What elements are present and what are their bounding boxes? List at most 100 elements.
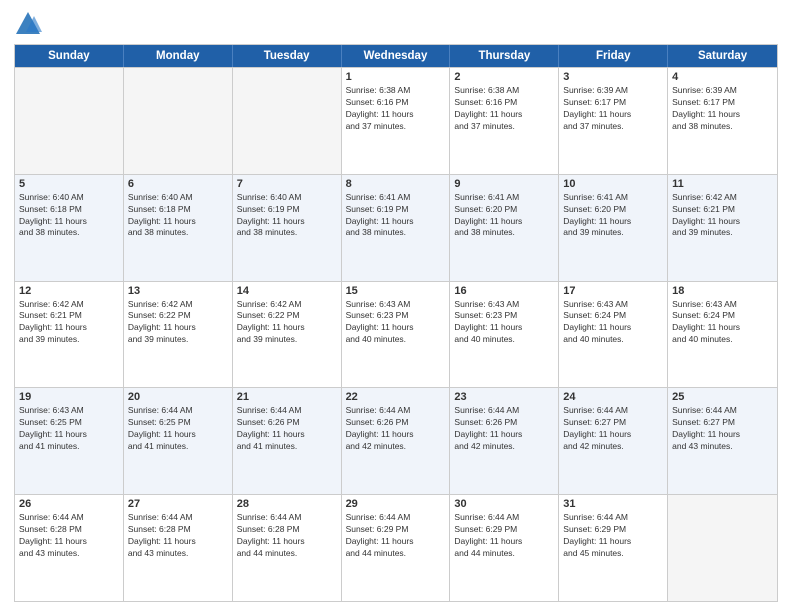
day-cell-1: 1 Sunrise: 6:38 AM Sunset: 6:16 PM Daylig…: [342, 68, 451, 174]
day-number: 23: [454, 391, 554, 403]
day-cell-21: 21 Sunrise: 6:44 AM Sunset: 6:26 PM Dayli…: [233, 388, 342, 494]
day-cell-20: 20Sunrise: 6:44 AM Sunset: 6:25 PM Dayli…: [124, 388, 233, 494]
day-cell-12: 12 Sunrise: 6:42 AM Sunset: 6:21 PM Dayli…: [15, 282, 124, 388]
col-header-wednesday: Wednesday: [342, 45, 451, 67]
day-cell-2: 2Sunrise: 6:38 AM Sunset: 6:16 PM Daylig…: [450, 68, 559, 174]
week-row-5: 26 Sunrise: 6:44 AM Sunset: 6:28 PM Dayli…: [15, 494, 777, 601]
day-number: 28: [237, 498, 337, 510]
day-info: Sunrise: 6:42 AM Sunset: 6:22 PM Dayligh…: [237, 299, 337, 347]
day-info: Sunrise: 6:44 AM Sunset: 6:29 PM Dayligh…: [454, 512, 554, 560]
calendar-header-row: SundayMondayTuesdayWednesdayThursdayFrid…: [15, 45, 777, 67]
day-cell-7: 7 Sunrise: 6:40 AM Sunset: 6:19 PM Daylig…: [233, 175, 342, 281]
day-cell-24: 24 Sunrise: 6:44 AM Sunset: 6:27 PM Dayli…: [559, 388, 668, 494]
day-cell-15: 15 Sunrise: 6:43 AM Sunset: 6:23 PM Dayli…: [342, 282, 451, 388]
day-cell-27: 27Sunrise: 6:44 AM Sunset: 6:28 PM Dayli…: [124, 495, 233, 601]
day-info: Sunrise: 6:44 AM Sunset: 6:29 PM Dayligh…: [563, 512, 663, 560]
day-cell-29: 29 Sunrise: 6:44 AM Sunset: 6:29 PM Dayli…: [342, 495, 451, 601]
day-info: Sunrise: 6:43 AM Sunset: 6:24 PM Dayligh…: [672, 299, 773, 347]
day-info: Sunrise: 6:42 AM Sunset: 6:22 PM Dayligh…: [128, 299, 228, 347]
day-info: Sunrise: 6:44 AM Sunset: 6:26 PM Dayligh…: [454, 405, 554, 453]
empty-cell: [124, 68, 233, 174]
day-number: 16: [454, 285, 554, 297]
day-number: 3: [563, 71, 663, 83]
empty-cell: [233, 68, 342, 174]
col-header-tuesday: Tuesday: [233, 45, 342, 67]
day-info: Sunrise: 6:38 AM Sunset: 6:16 PM Dayligh…: [346, 85, 446, 133]
day-number: 12: [19, 285, 119, 297]
day-cell-14: 14 Sunrise: 6:42 AM Sunset: 6:22 PM Dayli…: [233, 282, 342, 388]
day-cell-25: 25 Sunrise: 6:44 AM Sunset: 6:27 PM Dayli…: [668, 388, 777, 494]
day-info: Sunrise: 6:43 AM Sunset: 6:23 PM Dayligh…: [346, 299, 446, 347]
day-number: 7: [237, 178, 337, 190]
empty-cell: [15, 68, 124, 174]
day-number: 31: [563, 498, 663, 510]
week-row-1: 1 Sunrise: 6:38 AM Sunset: 6:16 PM Daylig…: [15, 67, 777, 174]
col-header-monday: Monday: [124, 45, 233, 67]
day-info: Sunrise: 6:41 AM Sunset: 6:19 PM Dayligh…: [346, 192, 446, 240]
day-cell-10: 10Sunrise: 6:41 AM Sunset: 6:20 PM Dayli…: [559, 175, 668, 281]
day-cell-13: 13Sunrise: 6:42 AM Sunset: 6:22 PM Dayli…: [124, 282, 233, 388]
day-info: Sunrise: 6:44 AM Sunset: 6:26 PM Dayligh…: [346, 405, 446, 453]
day-info: Sunrise: 6:42 AM Sunset: 6:21 PM Dayligh…: [672, 192, 773, 240]
day-info: Sunrise: 6:40 AM Sunset: 6:19 PM Dayligh…: [237, 192, 337, 240]
day-cell-8: 8 Sunrise: 6:41 AM Sunset: 6:19 PM Daylig…: [342, 175, 451, 281]
week-row-4: 19 Sunrise: 6:43 AM Sunset: 6:25 PM Dayli…: [15, 387, 777, 494]
day-number: 19: [19, 391, 119, 403]
day-info: Sunrise: 6:40 AM Sunset: 6:18 PM Dayligh…: [19, 192, 119, 240]
day-number: 18: [672, 285, 773, 297]
day-number: 29: [346, 498, 446, 510]
day-info: Sunrise: 6:44 AM Sunset: 6:28 PM Dayligh…: [19, 512, 119, 560]
col-header-sunday: Sunday: [15, 45, 124, 67]
day-cell-17: 17 Sunrise: 6:43 AM Sunset: 6:24 PM Dayli…: [559, 282, 668, 388]
day-number: 1: [346, 71, 446, 83]
day-info: Sunrise: 6:44 AM Sunset: 6:28 PM Dayligh…: [237, 512, 337, 560]
day-cell-3: 3Sunrise: 6:39 AM Sunset: 6:17 PM Daylig…: [559, 68, 668, 174]
day-cell-11: 11Sunrise: 6:42 AM Sunset: 6:21 PM Dayli…: [668, 175, 777, 281]
day-info: Sunrise: 6:44 AM Sunset: 6:27 PM Dayligh…: [563, 405, 663, 453]
day-number: 15: [346, 285, 446, 297]
day-number: 24: [563, 391, 663, 403]
day-number: 25: [672, 391, 773, 403]
day-cell-4: 4 Sunrise: 6:39 AM Sunset: 6:17 PM Daylig…: [668, 68, 777, 174]
day-number: 10: [563, 178, 663, 190]
day-number: 6: [128, 178, 228, 190]
day-cell-9: 9 Sunrise: 6:41 AM Sunset: 6:20 PM Daylig…: [450, 175, 559, 281]
logo-icon: [14, 10, 42, 38]
day-info: Sunrise: 6:43 AM Sunset: 6:24 PM Dayligh…: [563, 299, 663, 347]
day-number: 4: [672, 71, 773, 83]
day-number: 8: [346, 178, 446, 190]
week-row-2: 5 Sunrise: 6:40 AM Sunset: 6:18 PM Daylig…: [15, 174, 777, 281]
day-number: 22: [346, 391, 446, 403]
logo: [14, 10, 46, 38]
day-info: Sunrise: 6:43 AM Sunset: 6:25 PM Dayligh…: [19, 405, 119, 453]
page: SundayMondayTuesdayWednesdayThursdayFrid…: [0, 0, 792, 612]
day-cell-31: 31 Sunrise: 6:44 AM Sunset: 6:29 PM Dayli…: [559, 495, 668, 601]
day-cell-28: 28 Sunrise: 6:44 AM Sunset: 6:28 PM Dayli…: [233, 495, 342, 601]
day-cell-16: 16Sunrise: 6:43 AM Sunset: 6:23 PM Dayli…: [450, 282, 559, 388]
day-info: Sunrise: 6:42 AM Sunset: 6:21 PM Dayligh…: [19, 299, 119, 347]
col-header-thursday: Thursday: [450, 45, 559, 67]
day-cell-30: 30 Sunrise: 6:44 AM Sunset: 6:29 PM Dayli…: [450, 495, 559, 601]
day-number: 26: [19, 498, 119, 510]
day-number: 17: [563, 285, 663, 297]
day-info: Sunrise: 6:39 AM Sunset: 6:17 PM Dayligh…: [672, 85, 773, 133]
day-info: Sunrise: 6:41 AM Sunset: 6:20 PM Dayligh…: [454, 192, 554, 240]
day-cell-18: 18 Sunrise: 6:43 AM Sunset: 6:24 PM Dayli…: [668, 282, 777, 388]
day-number: 27: [128, 498, 228, 510]
col-header-friday: Friday: [559, 45, 668, 67]
day-info: Sunrise: 6:44 AM Sunset: 6:25 PM Dayligh…: [128, 405, 228, 453]
day-number: 2: [454, 71, 554, 83]
day-number: 14: [237, 285, 337, 297]
calendar: SundayMondayTuesdayWednesdayThursdayFrid…: [14, 44, 778, 602]
day-info: Sunrise: 6:44 AM Sunset: 6:27 PM Dayligh…: [672, 405, 773, 453]
day-number: 21: [237, 391, 337, 403]
header: [14, 10, 778, 38]
day-number: 9: [454, 178, 554, 190]
day-number: 5: [19, 178, 119, 190]
empty-cell: [668, 495, 777, 601]
day-cell-5: 5 Sunrise: 6:40 AM Sunset: 6:18 PM Daylig…: [15, 175, 124, 281]
day-number: 30: [454, 498, 554, 510]
day-info: Sunrise: 6:40 AM Sunset: 6:18 PM Dayligh…: [128, 192, 228, 240]
day-info: Sunrise: 6:44 AM Sunset: 6:26 PM Dayligh…: [237, 405, 337, 453]
day-info: Sunrise: 6:44 AM Sunset: 6:29 PM Dayligh…: [346, 512, 446, 560]
